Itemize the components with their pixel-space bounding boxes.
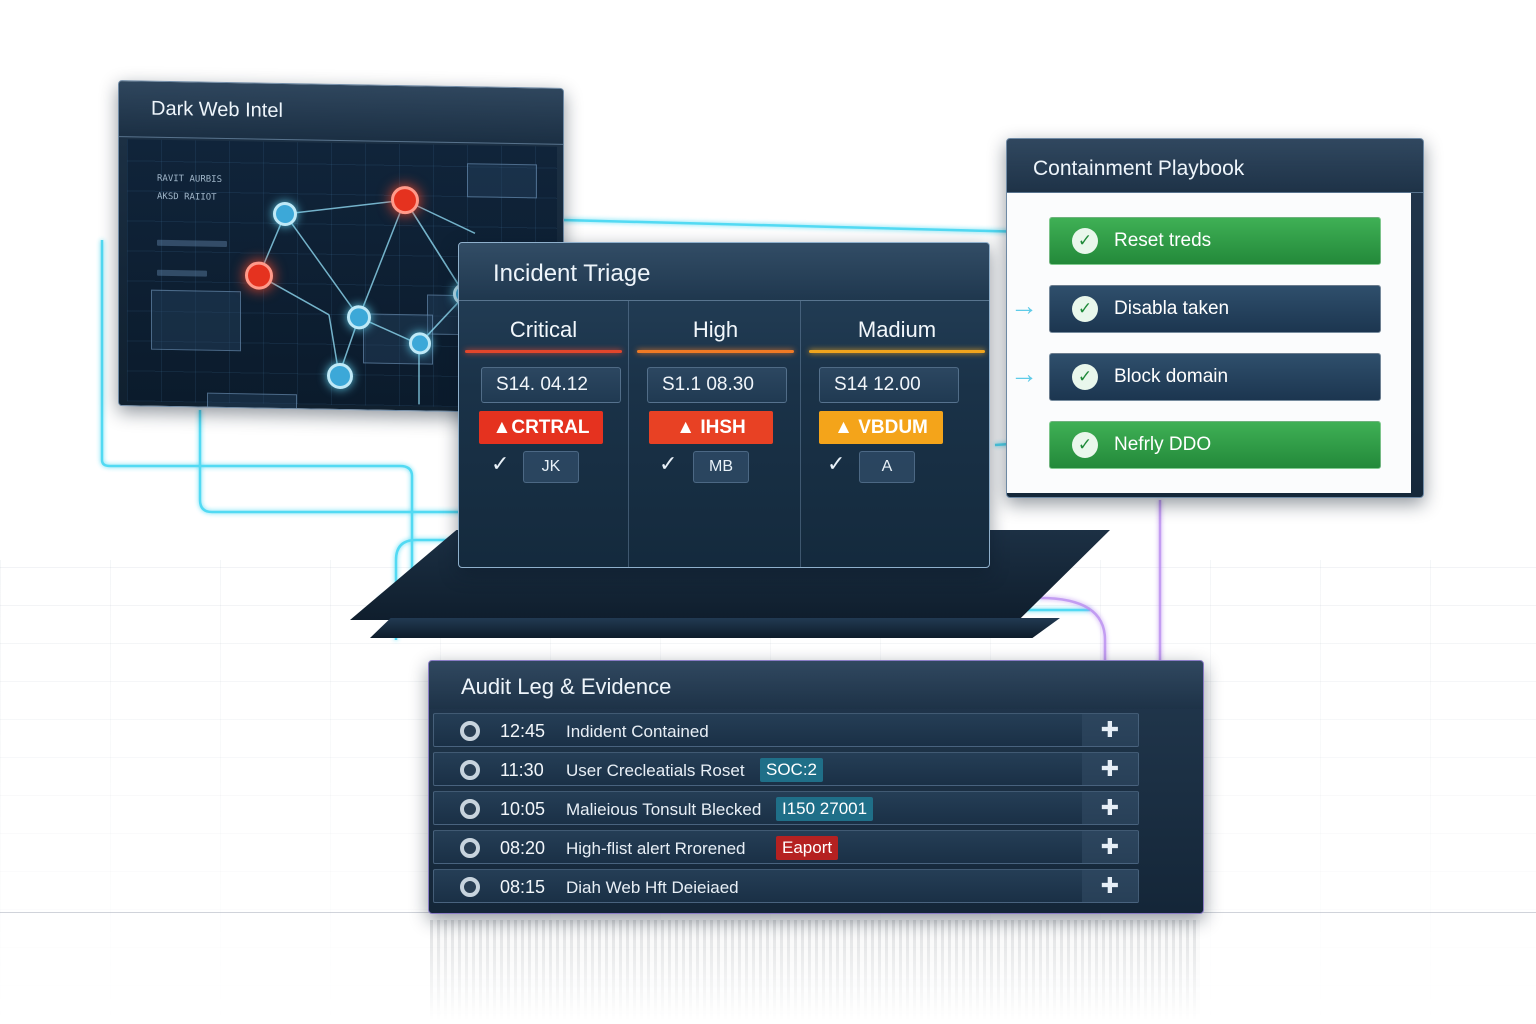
check-icon: ✓ [1072,364,1098,390]
audit-log-panel: Audit Leg & Evidence 12:45 Indident Cont… [428,660,1204,914]
arrow-right-icon: → [1010,358,1038,389]
log-time: 08:15 [500,877,546,897]
playbook-step-notify-dpo[interactable]: ✓ Nefrly DDO [1049,421,1381,469]
severity-underline [637,350,794,353]
check-icon: ✓ [1072,432,1098,458]
threat-node-icon[interactable] [391,185,419,215]
incident-timestamp[interactable]: S1.1 08.30 [647,367,787,403]
triage-column-medium: Madium S14 12.00 ▲ VBDUM ✓ A [803,301,989,567]
playbook-step-block-domain[interactable]: ✓ Block domain [1049,353,1381,401]
check-icon[interactable]: ✓ [491,451,509,477]
arrow-right-icon: → [1010,290,1038,321]
audit-log-row[interactable]: 11:30 User Crecleatials Roset SOC:2 ✚ [433,752,1139,786]
triage-column-high: High S1.1 08.30 ▲ IHSH ✓ MB [631,301,801,567]
plus-cross-icon[interactable]: ✚ [1082,753,1138,785]
log-text: Malieious Tonsult Blecked [566,800,762,819]
network-node-icon[interactable] [409,332,431,355]
assignee-tag[interactable]: A [859,451,915,483]
assignee-tag[interactable]: JK [523,451,579,483]
log-time: 08:20 [500,838,546,858]
status-ring-icon [460,760,480,780]
playbook-step-label: Reset treds [1114,230,1212,251]
audit-log-row[interactable]: 08:15 Diah Web Hft Deieiaed ✚ [433,869,1139,903]
network-node-icon[interactable] [273,201,297,227]
incident-triage-title: Incident Triage [459,243,989,301]
audit-log-title: Audit Leg & Evidence [429,661,1203,709]
status-ring-icon [460,721,480,741]
log-time: 10:05 [500,799,546,819]
playbook-step-disable-token[interactable]: ✓ Disabla taken [1049,285,1381,333]
compliance-tag[interactable]: I150 27001 [776,797,874,821]
playbook-step-reset-creds[interactable]: ✓ Reset treds [1049,217,1381,265]
playbook-step-label: Block domain [1114,366,1229,387]
plus-cross-icon[interactable]: ✚ [1082,831,1138,863]
audit-log-row[interactable]: 12:45 Indident Contained ✚ [433,713,1139,747]
threat-node-icon[interactable] [245,261,273,290]
incident-timestamp[interactable]: S14 12.00 [819,367,959,403]
audit-log-row[interactable]: 10:05 Malieious Tonsult Blecked I150 270… [433,791,1139,825]
containment-playbook-title: Containment Playbook [1007,139,1423,193]
column-heading: Madium [857,317,937,342]
check-icon: ✓ [1072,296,1098,322]
dark-web-intel-title: Dark Web Intel [119,81,563,145]
status-ring-icon [460,799,480,819]
status-ring-icon [460,838,480,858]
containment-playbook-panel: Containment Playbook ✓ Reset treds ✓ Dis… [1006,138,1424,498]
log-text: User Crecleatials Roset [566,761,745,780]
log-text: Indident Contained [566,722,709,741]
incident-triage-panel: Incident Triage Critical S14. 04.12 ▲CRT… [458,242,990,568]
network-node-icon[interactable] [327,362,353,390]
column-heading: Critical [509,317,578,342]
check-icon: ✓ [1072,228,1098,254]
network-node-icon[interactable] [347,305,371,330]
assignee-tag[interactable]: MB [693,451,749,483]
severity-badge-high[interactable]: ▲ IHSH [649,411,773,444]
check-icon[interactable]: ✓ [827,451,845,477]
log-text: Diah Web Hft Deieiaed [566,878,739,897]
compliance-tag[interactable]: SOC:2 [760,758,824,782]
export-tag[interactable]: Eaport [776,836,839,860]
status-ring-icon [460,877,480,897]
plus-cross-icon[interactable]: ✚ [1082,714,1138,746]
incident-timestamp[interactable]: S14. 04.12 [481,367,621,403]
playbook-step-label: Nefrly DDO [1114,434,1212,455]
plus-cross-icon[interactable]: ✚ [1082,870,1138,902]
severity-underline [465,350,622,353]
check-icon[interactable]: ✓ [659,451,677,477]
triage-base-plate-edge [370,618,1060,638]
audit-log-row[interactable]: 08:20 High-flist alert Rrorened Eaport ✚ [433,830,1139,864]
playbook-step-label: Disabla taken [1114,298,1230,319]
severity-badge-critical[interactable]: ▲CRTRAL [479,411,603,444]
plus-cross-icon[interactable]: ✚ [1082,792,1138,824]
log-time: 11:30 [500,760,544,780]
log-text: High-flist alert Rrorened [566,839,746,858]
triage-column-critical: Critical S14. 04.12 ▲CRTRAL ✓ JK [459,301,629,567]
column-heading: High [692,317,739,342]
log-time: 12:45 [500,721,546,741]
severity-badge-medium[interactable]: ▲ VBDUM [819,411,943,444]
severity-underline [809,350,985,353]
